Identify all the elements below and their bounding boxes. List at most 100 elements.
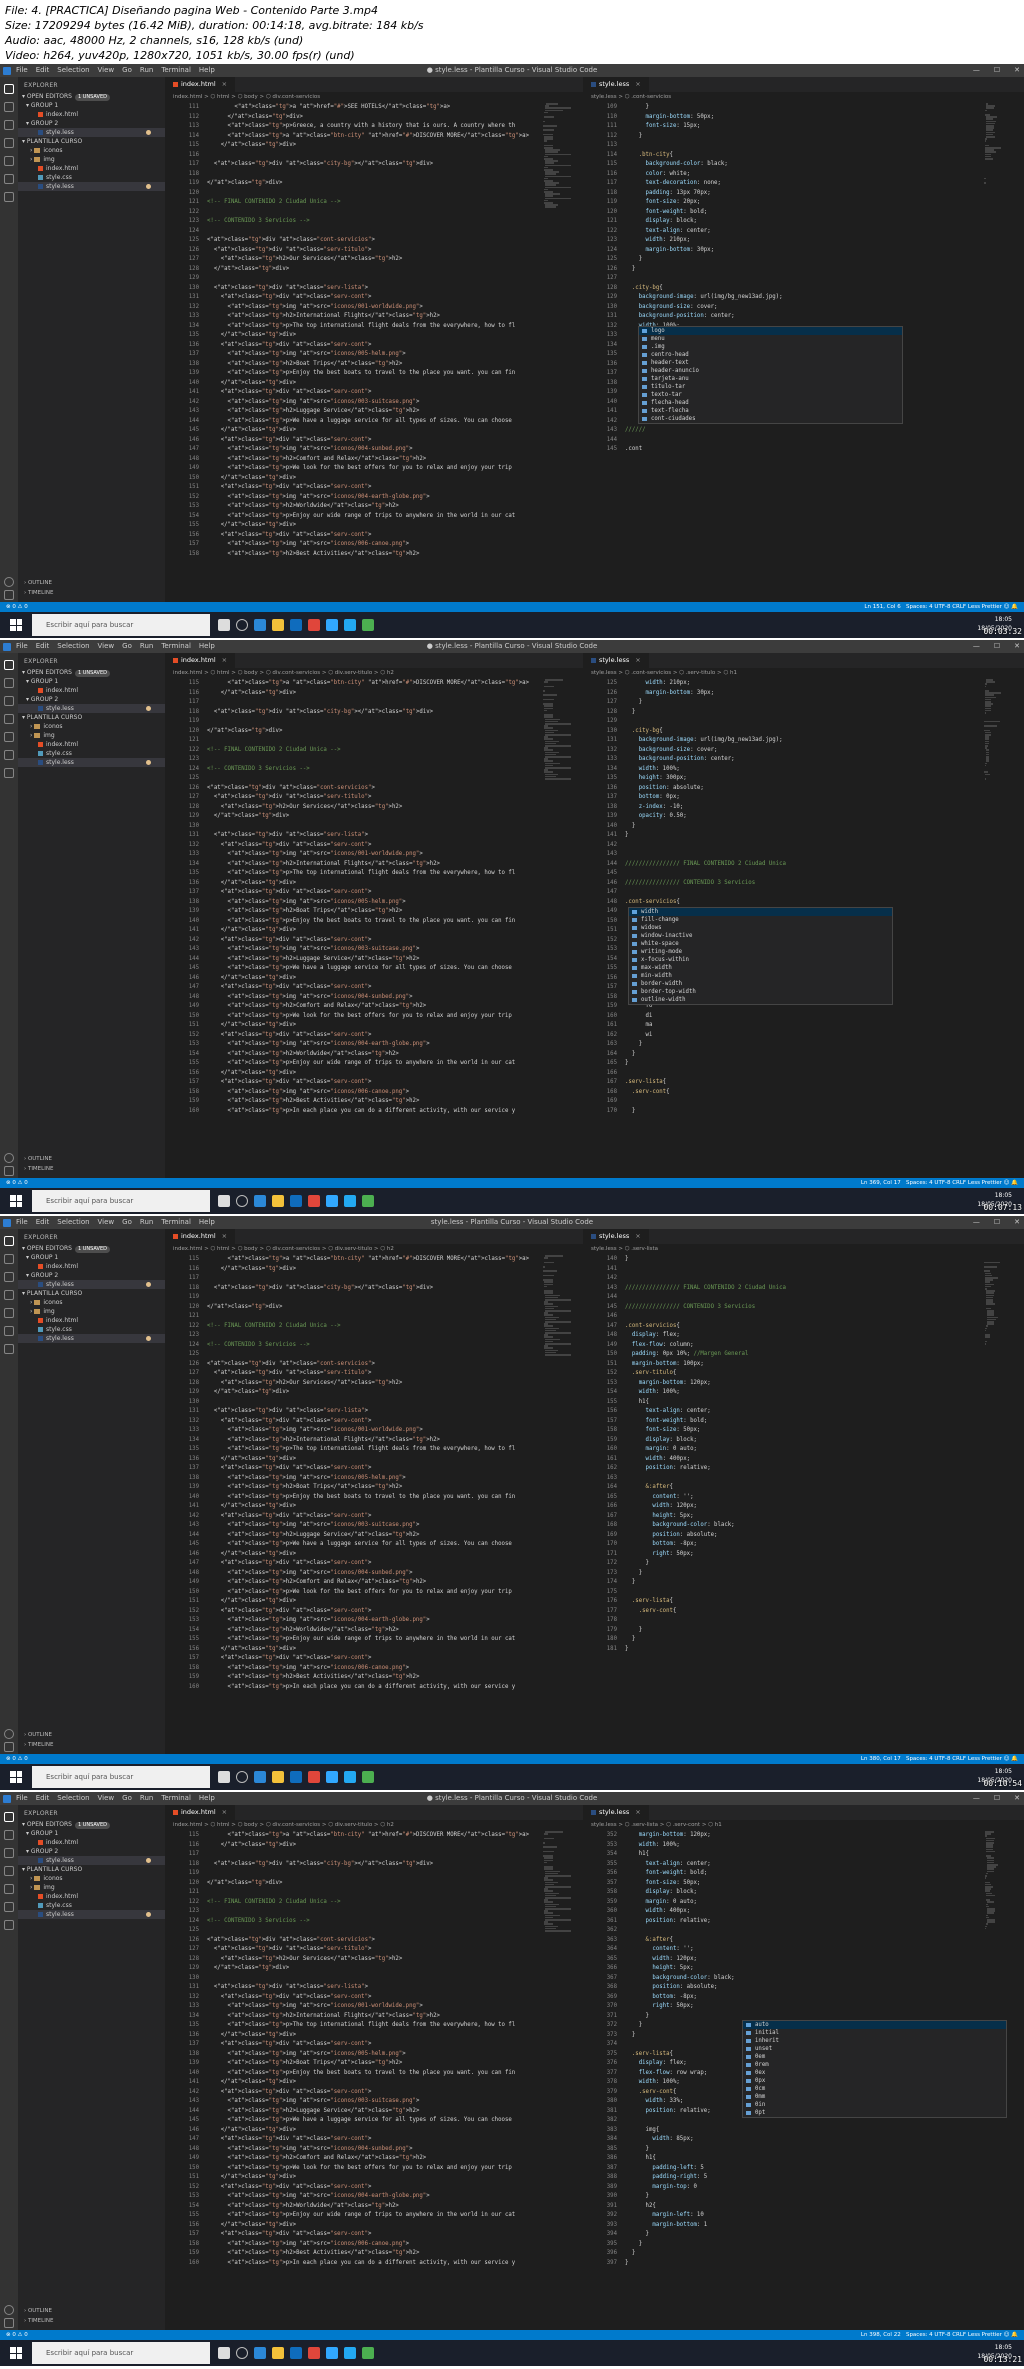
suggestion-item[interactable]: max-width	[629, 964, 892, 972]
menu-item[interactable]: Run	[140, 1216, 153, 1229]
store-icon[interactable]	[254, 1195, 266, 1207]
explorer-folder-icon[interactable]	[272, 1195, 284, 1207]
suggestion-item[interactable]: header-anuncio	[639, 367, 902, 375]
chrome-icon[interactable]	[308, 1771, 320, 1783]
windows-start-icon[interactable]	[10, 1195, 22, 1207]
gear-icon[interactable]	[4, 590, 14, 600]
project-folder-header[interactable]: ▾ PLANTILLA CURSO	[18, 137, 165, 146]
account-icon[interactable]	[4, 1153, 14, 1163]
open-editor-item[interactable]: index.html	[18, 110, 165, 119]
close-icon[interactable]: ×	[222, 1232, 227, 1240]
timeline-section[interactable]: › TIMELINE	[24, 590, 53, 596]
close-icon[interactable]: ×	[222, 80, 227, 88]
editor-group-label[interactable]: ▾ GROUP 1	[18, 101, 165, 110]
suggestion-item[interactable]: 0in	[743, 2101, 1006, 2109]
window-control[interactable]: ☐	[994, 1792, 1000, 1805]
suggestion-item[interactable]: 0pt	[743, 2109, 1006, 2117]
window-control[interactable]: —	[973, 64, 980, 77]
test-icon[interactable]	[4, 768, 14, 778]
editor-group-label[interactable]: ▾ GROUP 1	[18, 1829, 165, 1838]
menu-item[interactable]: Selection	[57, 64, 89, 77]
minimap[interactable]	[984, 103, 1014, 602]
explorer-icon[interactable]	[4, 1812, 14, 1822]
remote-icon[interactable]	[4, 1326, 14, 1336]
source-control-icon[interactable]	[4, 120, 14, 130]
run-icon[interactable]	[4, 138, 14, 148]
chrome-icon[interactable]	[362, 1771, 374, 1783]
menu-item[interactable]: Run	[140, 1792, 153, 1805]
taskbar-search[interactable]: Escribir aquí para buscar	[32, 1766, 210, 1788]
editor-group-label[interactable]: ▾ GROUP 2	[18, 1847, 165, 1856]
window-control[interactable]: ✕	[1014, 64, 1020, 77]
account-icon[interactable]	[4, 2305, 14, 2315]
file-item[interactable]: style.less	[18, 1334, 165, 1343]
explorer-folder-icon[interactable]	[272, 619, 284, 631]
suggestion-item[interactable]: texto-tar	[639, 391, 902, 399]
editor-group-label[interactable]: ▾ GROUP 2	[18, 119, 165, 128]
suggestion-item[interactable]: flecha-head	[639, 399, 902, 407]
suggestion-item[interactable]: logo	[639, 327, 902, 335]
menu-item[interactable]: File	[16, 1216, 28, 1229]
menu-item[interactable]: File	[16, 640, 28, 653]
menu-item[interactable]: Go	[122, 1792, 132, 1805]
task-view-icon[interactable]	[218, 1771, 230, 1783]
suggestion-item[interactable]: fill-change	[629, 916, 892, 924]
timeline-section[interactable]: › TIMELINE	[24, 1166, 53, 1172]
chrome-icon[interactable]	[308, 619, 320, 631]
open-editor-item[interactable]: style.less	[18, 1280, 165, 1289]
menu-item[interactable]: Help	[199, 1792, 215, 1805]
file-item[interactable]: style.less	[18, 758, 165, 767]
code-area[interactable]: 111 <"at">class="tg">a "at">href="#">SEE…	[165, 103, 583, 602]
menu-item[interactable]: View	[98, 64, 115, 77]
suggestion-item[interactable]: min-width	[629, 972, 892, 980]
menu-item[interactable]: Go	[122, 1216, 132, 1229]
menu-item[interactable]: Terminal	[161, 64, 191, 77]
remote-icon[interactable]	[4, 750, 14, 760]
menu-item[interactable]: Selection	[57, 1216, 89, 1229]
menu-item[interactable]: View	[98, 1792, 115, 1805]
editor-tab[interactable]: index.html ×	[165, 77, 236, 92]
suggestion-item[interactable]: window-inactive	[629, 932, 892, 940]
task-view-icon[interactable]	[218, 2347, 230, 2359]
close-icon[interactable]: ×	[635, 656, 640, 664]
search-icon[interactable]	[4, 1254, 14, 1264]
open-editor-item[interactable]: index.html	[18, 1262, 165, 1271]
test-icon[interactable]	[4, 1920, 14, 1930]
suggestion-item[interactable]: menu	[639, 335, 902, 343]
search-icon[interactable]	[4, 102, 14, 112]
menu-item[interactable]: Help	[199, 1216, 215, 1229]
windows-start-icon[interactable]	[10, 619, 22, 631]
close-icon[interactable]: ×	[635, 1232, 640, 1240]
folder-item[interactable]: › iconos	[18, 146, 165, 155]
code-area[interactable]: 115 <"at">class="tg">a "at">class="btn-c…	[165, 679, 583, 1178]
problems-indicator[interactable]: ⊗ 0 ⚠ 0	[6, 1754, 28, 1764]
menu-item[interactable]: Run	[140, 64, 153, 77]
menu-item[interactable]: View	[98, 1216, 115, 1229]
file-item[interactable]: index.html	[18, 164, 165, 173]
windows-start-icon[interactable]	[10, 1771, 22, 1783]
extensions-icon[interactable]	[4, 732, 14, 742]
cursor-position[interactable]: Ln 151, Col 6	[864, 604, 900, 610]
editor-tab[interactable]: style.less ×	[583, 1229, 649, 1244]
window-control[interactable]: ✕	[1014, 1216, 1020, 1229]
suggestion-item[interactable]: x-focus-within	[629, 956, 892, 964]
suggestion-item[interactable]: writing-mode	[629, 948, 892, 956]
chrome-icon[interactable]	[362, 2347, 374, 2359]
outline-section[interactable]: › OUTLINE	[24, 580, 52, 586]
suggestion-item[interactable]: widows	[629, 924, 892, 932]
source-control-icon[interactable]	[4, 696, 14, 706]
search-icon[interactable]	[4, 1830, 14, 1840]
suggestion-item[interactable]: white-space	[629, 940, 892, 948]
taskbar-search[interactable]: Escribir aquí para buscar	[32, 1190, 210, 1212]
suggestion-item[interactable]: tarjeta-anu	[639, 375, 902, 383]
menu-item[interactable]: Go	[122, 64, 132, 77]
minimap[interactable]	[543, 679, 573, 1178]
editor-tab[interactable]: style.less ×	[583, 1805, 649, 1820]
menu-item[interactable]: Selection	[57, 1792, 89, 1805]
folder-item[interactable]: › iconos	[18, 1298, 165, 1307]
file-item[interactable]: index.html	[18, 1316, 165, 1325]
menu-item[interactable]: Terminal	[161, 1792, 191, 1805]
minimap[interactable]	[984, 679, 1014, 1178]
explorer-icon[interactable]	[4, 660, 14, 670]
gear-icon[interactable]	[4, 1742, 14, 1752]
